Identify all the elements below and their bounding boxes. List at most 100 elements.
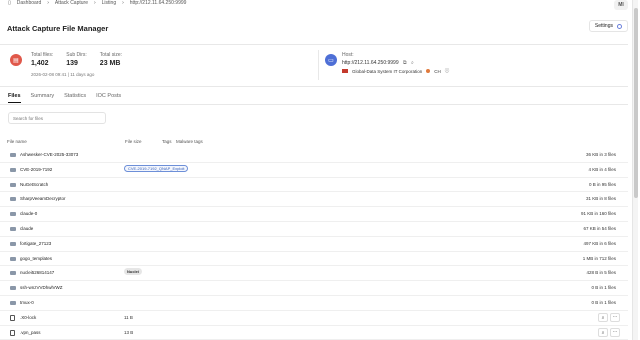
more-options-icon[interactable]: ⋯ (610, 327, 620, 337)
row-name[interactable]: fortigate_27123 (20, 241, 51, 246)
stat-total-files: Total files: 1,402 (31, 52, 53, 67)
search-icon[interactable]: ⌕ (598, 312, 608, 322)
page-title: Attack Capture File Manager (7, 24, 109, 33)
stat-sub-dirs: Sub Dirs: 139 (66, 52, 87, 67)
row-name[interactable]: NuGetScratch (20, 182, 48, 187)
breadcrumb-item-listing[interactable]: Listing (102, 0, 116, 6)
row-size: 11 B (124, 314, 133, 320)
row-name[interactable]: CVE-2019-7192 (20, 167, 52, 172)
org-flag-icon (342, 69, 348, 73)
row-name[interactable]: nuclei526814147 (20, 270, 54, 275)
row-folder-summary: 1 MB in 712 files (582, 255, 616, 261)
tab-bar: Files Summary Statistics IOC Posts (8, 93, 121, 103)
country-code: CH (434, 68, 441, 74)
row-folder-summary: 67 KB in 54 files (583, 225, 616, 231)
breadcrumb-item-dashboard[interactable]: Dashboard (17, 0, 41, 6)
table-row[interactable]: fortigate_27123 497 KB in 6 files (0, 237, 628, 252)
table-row[interactable]: NuGetScratch 0 B in 95 files (0, 178, 628, 193)
tab-summary[interactable]: Summary (31, 93, 55, 103)
stats-panel: ▤ Total files: 1,402 Sub Dirs: 139 Total… (10, 52, 126, 67)
table-row[interactable]: tmux-0 0 B in 1 files (0, 296, 628, 311)
folder-icon (10, 256, 16, 261)
row-name[interactable]: .X0-lock (20, 315, 36, 320)
row-folder-summary: 0 B in 1 files (591, 299, 616, 305)
row-folder-summary: 91 KB in 160 files (580, 211, 616, 217)
settings-button[interactable]: Settings (588, 20, 628, 32)
search-input[interactable] (8, 112, 106, 124)
folder-icon (10, 241, 16, 246)
sidebar-toggle-icon[interactable]: ▯ (8, 0, 11, 6)
folder-icon (10, 300, 16, 305)
tab-files[interactable]: Files (8, 93, 21, 103)
table-header: File name File size Tags Malware tags (7, 139, 627, 145)
breadcrumb-item-attack-capture[interactable]: Attack Capture (55, 0, 88, 6)
stat-label: Total size: (99, 52, 123, 58)
server-icon: ▭ (325, 54, 337, 66)
search-icon[interactable]: ⌕ (598, 327, 608, 337)
row-name[interactable]: claude (20, 226, 33, 231)
folder-icon (10, 212, 16, 217)
table-row[interactable]: .vpn_pass 13 B ⌕ ⋯ (0, 326, 628, 340)
scrollbar-thumb[interactable] (634, 8, 638, 198)
breadcrumb-item-current: http://212.11.64.250:9999 (129, 0, 187, 6)
gear-icon (617, 23, 622, 29)
stats-bottom-divider (0, 86, 628, 87)
tab-statistics[interactable]: Statistics (64, 93, 86, 103)
folder-icon (10, 286, 16, 291)
row-tag[interactable]: CVE-2019-7192_QNAP_Exploit (124, 164, 189, 172)
row-tag[interactable]: Nuclei (124, 268, 143, 276)
table-row[interactable]: SharpVeeamDecryptor 31 KB in 8 files (0, 192, 628, 208)
breadcrumb-separator-icon: › (122, 0, 124, 6)
stat-value: 23 MB (99, 60, 121, 67)
table-row[interactable]: claude-0 91 KB in 160 files (0, 207, 628, 222)
table-row[interactable]: CVE-2019-7192 CVE-2019-7192_QNAP_Exploit 4… (0, 163, 628, 178)
scrollbar[interactable] (632, 0, 638, 340)
stat-label: Sub Dirs: (66, 52, 87, 58)
column-header-malware-tags: Malware tags (176, 139, 203, 144)
folder-icon (10, 226, 16, 231)
row-name[interactable]: tmux-0 (20, 300, 34, 305)
row-name[interactable]: SharpVeeamDecryptor (20, 196, 66, 201)
top-bar: ▯ Dashboard › Attack Capture › Listing ›… (0, 0, 640, 10)
row-size: 13 B (124, 329, 134, 335)
host-url-text[interactable]: http://212.11.64.250:9999 (342, 60, 399, 66)
host-url: http://212.11.64.250:9999 ⧉ ⌕ (342, 60, 414, 66)
row-folder-summary: 36 KB in 3 files (585, 152, 616, 157)
breadcrumb-separator-icon: › (47, 0, 49, 6)
row-name[interactable]: gogo_templates (20, 256, 52, 261)
stat-value: 139 (66, 60, 78, 67)
row-name[interactable]: claude-0 (20, 211, 37, 216)
breadcrumb-separator-icon: › (93, 0, 96, 6)
table-row[interactable]: Ashwesker-CVE-2025-33073 36 KB in 3 files (0, 148, 628, 163)
table-row[interactable]: claude 67 KB in 54 files (0, 222, 628, 237)
row-folder-summary: 428 B in 5 files (586, 270, 616, 276)
settings-label: Settings (594, 23, 613, 29)
search-icon[interactable]: ⌕ (411, 60, 414, 66)
breadcrumb: ▯ Dashboard › Attack Capture › Listing ›… (8, 0, 186, 6)
file-icon: ▤ (10, 54, 22, 66)
folder-icon (10, 167, 16, 172)
folder-icon (10, 153, 16, 157)
org-name: Global-Data System IT Corporation (352, 68, 423, 74)
row-name[interactable]: ssh-wnzVVDhwlVWZ (20, 285, 63, 290)
help-icon[interactable]: ⓘ (445, 68, 450, 74)
table-row[interactable]: nuclei526814147 Nuclei 428 B in 5 files (0, 266, 628, 282)
column-header-name[interactable]: File name (7, 139, 27, 144)
host-label: Host: (342, 52, 354, 58)
avatar[interactable]: MI (614, 0, 628, 10)
tab-ioc-posts[interactable]: IOC Posts (96, 93, 121, 103)
file-icon (10, 314, 15, 321)
column-header-size[interactable]: File size (125, 139, 142, 144)
table-row[interactable]: ssh-wnzVVDhwlVWZ 0 B in 1 files (0, 281, 628, 296)
tabs-divider (0, 104, 628, 105)
table-row[interactable]: .X0-lock 11 B ⌕ ⋯ (0, 311, 628, 326)
folder-icon (10, 271, 16, 276)
more-options-icon[interactable]: ⋯ (610, 312, 620, 322)
row-folder-summary: 497 KB in 6 files (583, 240, 616, 246)
row-name[interactable]: .vpn_pass (20, 330, 41, 335)
stat-total-size: Total size: 23 MB (100, 52, 122, 67)
copy-icon[interactable]: ⧉ (403, 60, 407, 66)
folder-icon (10, 182, 16, 187)
row-name[interactable]: Ashwesker-CVE-2025-33073 (20, 152, 78, 157)
table-row[interactable]: gogo_templates 1 MB in 712 files (0, 252, 628, 267)
